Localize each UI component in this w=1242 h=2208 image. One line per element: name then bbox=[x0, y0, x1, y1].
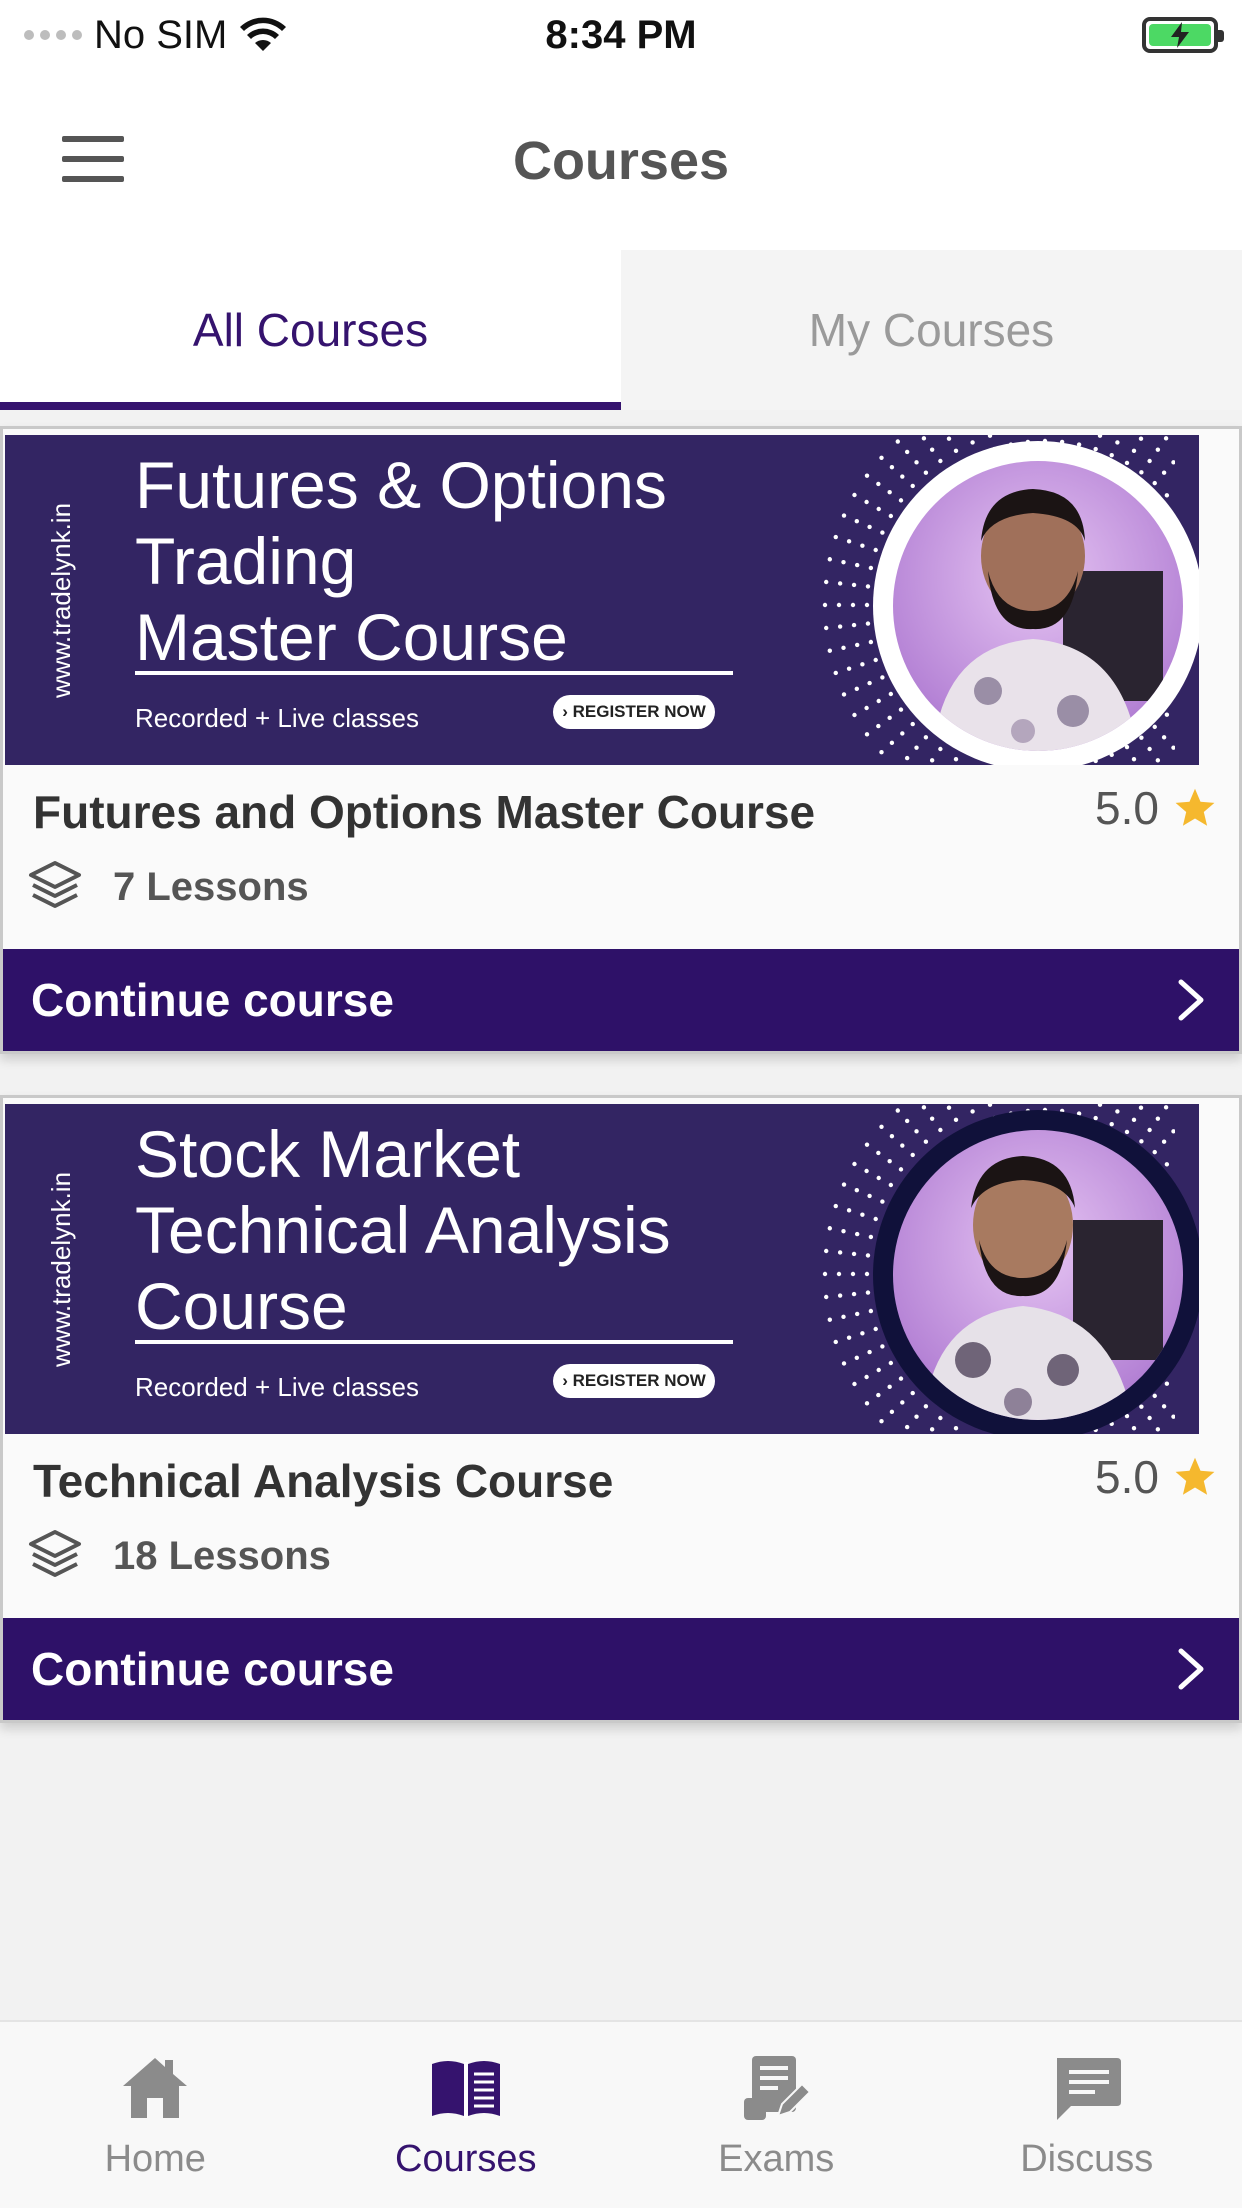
courses-screen: No SIM 8:34 PM Courses All Courses My Co… bbox=[0, 0, 1242, 2208]
banner-divider bbox=[135, 1340, 733, 1344]
nav-label-exams: Exams bbox=[718, 2138, 835, 2180]
course-banner[interactable]: www.tradelynk.in Futures & Options Tradi… bbox=[5, 435, 1199, 765]
continue-course-label: Continue course bbox=[31, 1643, 394, 1695]
continue-course-button[interactable]: Continue course bbox=[3, 1618, 1239, 1720]
banner-subtitle: Recorded + Live classes bbox=[135, 1372, 419, 1402]
continue-course-label: Continue course bbox=[31, 974, 394, 1026]
signal-strength-icon bbox=[24, 30, 82, 40]
tab-my-courses[interactable]: My Courses bbox=[621, 250, 1242, 410]
chat-icon bbox=[1056, 2058, 1121, 2120]
lesson-count: 18 Lessons bbox=[25, 1526, 331, 1586]
course-card[interactable]: www.tradelynk.in Stock Market Technical … bbox=[0, 1095, 1242, 1723]
lesson-count-label: 7 Lessons bbox=[113, 864, 309, 909]
course-title[interactable]: Futures and Options Master Course bbox=[33, 785, 815, 839]
register-now-badge: › REGISTER NOW bbox=[553, 1364, 715, 1398]
instructor-photo bbox=[893, 461, 1183, 751]
battery-charging-icon bbox=[1142, 17, 1224, 53]
register-now-badge: › REGISTER NOW bbox=[553, 695, 715, 729]
nav-label-discuss: Discuss bbox=[1020, 2138, 1154, 2180]
banner-title: Stock Market Technical Analysis Course bbox=[135, 1117, 671, 1343]
tab-all-courses[interactable]: All Courses bbox=[0, 250, 621, 410]
course-banner[interactable]: www.tradelynk.in Stock Market Technical … bbox=[5, 1104, 1199, 1434]
exam-icon bbox=[744, 2056, 812, 2120]
course-tabs: All Courses My Courses bbox=[0, 250, 1242, 410]
carrier-label: No SIM bbox=[94, 12, 228, 57]
banner-subtitle: Recorded + Live classes bbox=[135, 703, 419, 733]
course-rating: 5.0 bbox=[1095, 781, 1217, 835]
instructor-photo-frame bbox=[873, 1110, 1199, 1434]
layers-icon bbox=[29, 1530, 81, 1577]
banner-website: www.tradelynk.in bbox=[46, 1171, 77, 1367]
status-left: No SIM bbox=[24, 13, 287, 58]
status-bar: No SIM 8:34 PM bbox=[0, 0, 1242, 70]
nav-item-discuss[interactable]: Discuss bbox=[932, 2022, 1242, 2208]
chevron-right-icon bbox=[1178, 1648, 1204, 1690]
chevron-right-icon bbox=[1178, 979, 1204, 1021]
page-title: Courses bbox=[512, 131, 730, 191]
nav-item-courses[interactable]: Courses bbox=[311, 2022, 622, 2208]
home-icon bbox=[123, 2058, 188, 2118]
bottom-navigation: Home Courses Exams Discuss bbox=[0, 2020, 1242, 2208]
rating-value: 5.0 bbox=[1095, 1451, 1159, 1503]
star-icon bbox=[1175, 1457, 1215, 1495]
wifi-icon bbox=[240, 17, 287, 51]
instructor-photo bbox=[893, 1130, 1183, 1420]
nav-item-exams[interactable]: Exams bbox=[621, 2022, 932, 2208]
nav-item-home[interactable]: Home bbox=[0, 2022, 311, 2208]
app-header: Courses bbox=[0, 70, 1242, 250]
course-rating: 5.0 bbox=[1095, 1450, 1217, 1504]
lesson-count-label: 18 Lessons bbox=[113, 1533, 331, 1578]
nav-label-home: Home bbox=[104, 2138, 206, 2180]
layers-icon bbox=[29, 861, 81, 908]
banner-divider bbox=[135, 671, 733, 675]
rating-value: 5.0 bbox=[1095, 782, 1159, 834]
nav-label-courses: Courses bbox=[395, 2138, 537, 2180]
course-title[interactable]: Technical Analysis Course bbox=[33, 1454, 613, 1508]
banner-website: www.tradelynk.in bbox=[46, 502, 77, 698]
course-card[interactable]: www.tradelynk.in Futures & Options Tradi… bbox=[0, 426, 1242, 1054]
instructor-photo-frame bbox=[873, 441, 1199, 765]
star-icon bbox=[1175, 788, 1215, 826]
continue-course-button[interactable]: Continue course bbox=[3, 949, 1239, 1051]
book-icon bbox=[431, 2061, 500, 2118]
banner-title: Futures & Options Trading Master Course bbox=[135, 448, 667, 674]
lesson-count: 7 Lessons bbox=[25, 857, 309, 917]
